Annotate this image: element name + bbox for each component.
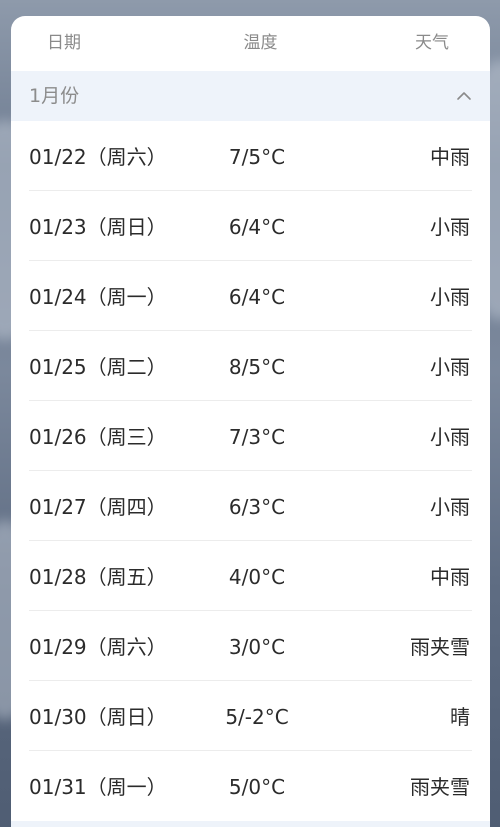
forecast-row: 01/27（周四） 6/3°C 小雨 <box>11 471 490 541</box>
row-weather: 雨夹雪 <box>410 635 470 659</box>
month-label: 1月份 <box>29 85 80 107</box>
next-section-edge <box>11 821 490 827</box>
row-weather: 小雨 <box>430 355 470 379</box>
chevron-up-icon[interactable] <box>456 88 472 104</box>
forecast-row: 01/29（周六） 3/0°C 雨夹雪 <box>11 611 490 681</box>
forecast-row: 01/22（周六） 7/5°C 中雨 <box>11 121 490 191</box>
row-temp: 6/4°C <box>228 285 286 309</box>
forecast-row: 01/31（周一） 5/0°C 雨夹雪 <box>11 751 490 821</box>
table-header: 日期 温度 天气 <box>11 16 490 71</box>
forecast-row: 01/24（周一） 6/4°C 小雨 <box>11 261 490 331</box>
forecast-row: 01/30（周日） 5/-2°C 晴 <box>11 681 490 751</box>
row-temp: 8/5°C <box>228 355 286 379</box>
forecast-row: 01/26（周三） 7/3°C 小雨 <box>11 401 490 471</box>
row-weather: 中雨 <box>430 145 470 169</box>
forecast-row: 01/23（周日） 6/4°C 小雨 <box>11 191 490 261</box>
row-temp: 7/3°C <box>228 425 286 449</box>
forecast-row: 01/28（周五） 4/0°C 中雨 <box>11 541 490 611</box>
row-temp: 7/5°C <box>228 145 286 169</box>
row-weather: 小雨 <box>430 215 470 239</box>
forecast-row: 01/25（周二） 8/5°C 小雨 <box>11 331 490 401</box>
row-temp: 4/0°C <box>228 565 286 589</box>
row-weather: 小雨 <box>430 425 470 449</box>
header-weather-label: 天气 <box>415 33 449 53</box>
row-temp: 6/4°C <box>228 215 286 239</box>
row-temp: 6/3°C <box>228 495 286 519</box>
row-weather: 中雨 <box>430 565 470 589</box>
row-weather: 小雨 <box>430 495 470 519</box>
row-weather: 小雨 <box>430 285 470 309</box>
month-section-toggle[interactable]: 1月份 <box>11 71 490 121</box>
row-weather: 雨夹雪 <box>410 775 470 799</box>
row-temp: 5/-2°C <box>225 705 289 729</box>
row-weather: 晴 <box>450 705 470 729</box>
weather-forecast-card: 日期 温度 天气 1月份 01/22（周六） 7/5°C 中雨 01/23（周日… <box>11 16 490 827</box>
forecast-list: 01/22（周六） 7/5°C 中雨 01/23（周日） 6/4°C 小雨 01… <box>11 121 490 821</box>
